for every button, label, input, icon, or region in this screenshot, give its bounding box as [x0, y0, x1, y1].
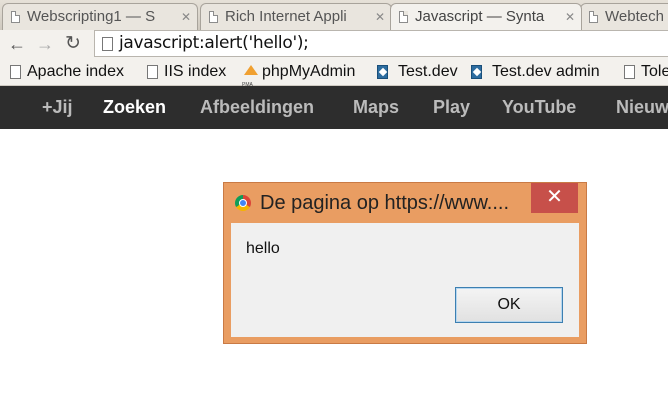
tab-webtech[interactable]: Webtech: [580, 3, 668, 30]
nav-nieuws[interactable]: Nieuws: [616, 86, 668, 129]
bookmark-label: Apache index: [27, 63, 124, 80]
tab-label: Javascript — Synta: [415, 8, 545, 25]
reload-icon[interactable]: ↻: [62, 33, 84, 55]
close-tab-icon[interactable]: ✕: [565, 4, 575, 30]
nav-play[interactable]: Play: [433, 86, 470, 129]
page-icon: [102, 37, 113, 51]
nav-zoeken[interactable]: Zoeken: [103, 86, 166, 129]
tab-javascript[interactable]: Javascript — Synta ✕: [390, 3, 582, 30]
url-text[interactable]: javascript:alert('hello');: [119, 33, 309, 53]
nav-plus-jij[interactable]: +Jij: [42, 86, 73, 129]
forward-arrow-icon[interactable]: →: [34, 33, 56, 55]
dialog-title: De pagina op https://www....: [260, 192, 510, 214]
page-icon: [589, 11, 598, 23]
close-tab-icon[interactable]: ✕: [375, 4, 385, 30]
close-button[interactable]: ✕: [531, 183, 578, 213]
chrome-icon: [235, 195, 251, 211]
address-bar[interactable]: javascript:alert('hello');: [94, 30, 668, 57]
tab-label: Webtech: [605, 8, 664, 25]
ok-button[interactable]: OK: [455, 287, 563, 323]
testdev-icon: [377, 65, 388, 79]
page-icon: [624, 65, 635, 79]
back-arrow-icon[interactable]: ←: [6, 33, 28, 55]
dialog-titlebar[interactable]: De pagina op https://www.... ✕: [224, 183, 586, 223]
nav-youtube[interactable]: YouTube: [502, 86, 576, 129]
testdev-icon: [471, 65, 482, 79]
page-icon: [11, 11, 20, 23]
page-icon: [10, 65, 21, 79]
tab-label: Webscripting1 — S: [27, 8, 156, 25]
page-icon: [209, 11, 218, 23]
bookmarks-bar: Apache index IIS index phpMyAdmin Test.d…: [0, 58, 668, 96]
nav-afbeeldingen[interactable]: Afbeeldingen: [200, 86, 314, 129]
dialog-message: hello: [246, 240, 280, 257]
bookmark-label: IIS index: [164, 63, 227, 80]
tab-strip: Webscripting1 — S ✕ Rich Internet Appli …: [0, 0, 668, 30]
phpmyadmin-icon: [242, 65, 258, 96]
bookmark-label: Tole: [641, 63, 668, 80]
tab-label: Rich Internet Appli: [225, 8, 347, 25]
dialog-body: hello OK: [231, 223, 579, 337]
bookmark-label: phpMyAdmin: [262, 63, 356, 80]
google-navigation-bar: +Jij Zoeken Afbeeldingen Maps Play YouTu…: [0, 86, 668, 129]
close-tab-icon[interactable]: ✕: [181, 4, 191, 30]
bookmark-label: Test.dev: [398, 63, 458, 80]
alert-dialog: De pagina op https://www.... ✕ hello OK: [223, 182, 587, 344]
bookmark-label: Test.dev admin: [492, 63, 600, 80]
tab-rich-internet[interactable]: Rich Internet Appli ✕: [200, 3, 392, 30]
page-icon: [399, 11, 408, 23]
tab-webscripting[interactable]: Webscripting1 — S ✕: [2, 3, 198, 30]
nav-maps[interactable]: Maps: [353, 86, 399, 129]
page-icon: [147, 65, 158, 79]
